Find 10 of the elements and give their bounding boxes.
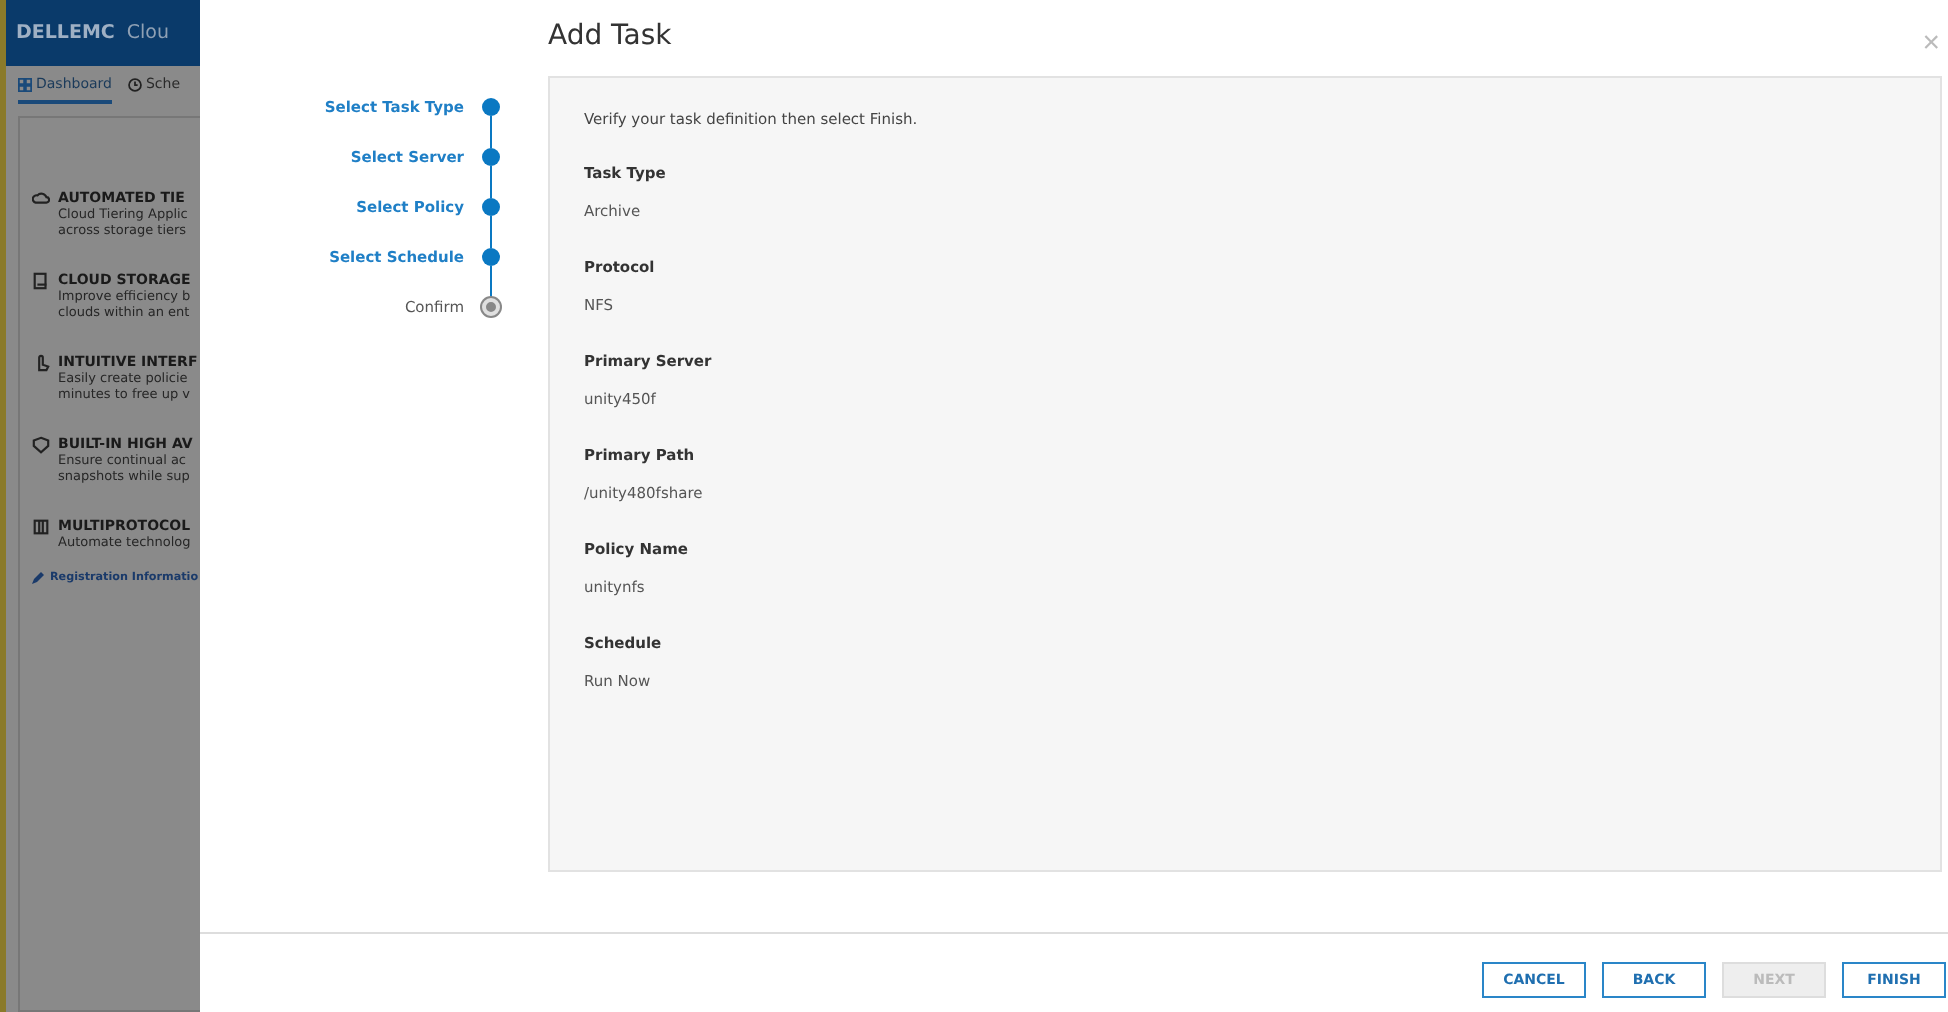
cloud-icon <box>32 190 50 208</box>
pencil-icon <box>32 572 44 584</box>
app-title: Clou <box>126 22 170 44</box>
grid-icon <box>18 77 32 91</box>
dialog-title: Add Task <box>548 20 672 52</box>
document-icon <box>32 272 50 290</box>
server-icon <box>32 518 50 536</box>
shield-icon <box>32 436 50 454</box>
clock-icon <box>127 77 142 91</box>
logo: DELLEMC <box>16 22 115 44</box>
